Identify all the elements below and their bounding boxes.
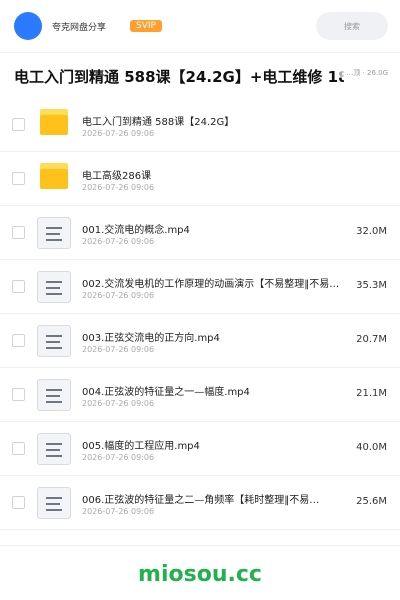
search-label: 搜索: [344, 21, 360, 31]
header-divider: [0, 52, 400, 53]
folder-icon: [37, 109, 71, 141]
document-icon: [37, 271, 71, 303]
file-row[interactable]: 001.交流电的概念.mp4 2026-07-26 09:06 32.0M: [0, 206, 400, 260]
file-date: 2026-07-26 09:06: [82, 129, 155, 138]
folder-meta: …顶 · 26.0G: [336, 68, 388, 78]
file-date: 2026-07-26 09:06: [82, 507, 155, 516]
share-name: 夸克网盘分享: [52, 22, 107, 33]
svip-badge: SVIP: [130, 20, 162, 32]
document-icon: [37, 325, 71, 357]
avatar[interactable]: [14, 12, 42, 40]
file-row[interactable]: 003.正弦交流电的正方向.mp4 2026-07-26 09:06 20.7M: [0, 314, 400, 368]
document-icon: [37, 379, 71, 411]
file-name[interactable]: 电工高级286课: [82, 167, 350, 182]
file-row[interactable]: 005.幅度的工程应用.mp4 2026-07-26 09:06 40.0M: [0, 422, 400, 476]
row-checkbox[interactable]: [12, 442, 25, 455]
file-name[interactable]: 006.正弦波的特征量之二—角频率【耗时整理‖不易…: [82, 491, 350, 506]
row-checkbox[interactable]: [12, 496, 25, 509]
document-icon: [37, 487, 71, 519]
file-date: 2026-07-26 09:06: [82, 183, 155, 192]
file-name[interactable]: 002.交流发电机的工作原理的动画演示【不易整理‖不易…: [82, 275, 350, 290]
file-date: 2026-07-26 09:06: [82, 237, 155, 246]
row-checkbox[interactable]: [12, 172, 25, 185]
share-page: 夸克网盘分享 SVIP 搜索 电工入门到精通 588课【24.2G】+电工维修 …: [0, 0, 400, 600]
file-row[interactable]: 006.正弦波的特征量之二—角频率【耗时整理‖不易… 2026-07-26 09:…: [0, 476, 400, 530]
watermark: miosou.cc: [138, 562, 262, 587]
row-checkbox[interactable]: [12, 118, 25, 131]
footer: miosou.cc: [0, 545, 400, 600]
file-date: 2026-07-26 09:06: [82, 345, 155, 354]
file-row[interactable]: 002.交流发电机的工作原理的动画演示【不易整理‖不易… 2026-07-26 0…: [0, 260, 400, 314]
file-date: 2026-07-26 09:06: [82, 291, 155, 300]
file-name[interactable]: 001.交流电的概念.mp4: [82, 221, 350, 236]
file-size: 25.6M: [356, 496, 387, 507]
file-row[interactable]: 电工入门到精通 588课【24.2G】 2026-07-26 09:06: [0, 98, 400, 152]
folder-icon: [37, 163, 71, 195]
folder-title-bar: 电工入门到精通 588课【24.2G】+电工维修 185G …顶 · 26.0G: [0, 56, 400, 98]
file-name[interactable]: 004.正弦波的特征量之一—幅度.mp4: [82, 383, 350, 398]
file-name[interactable]: 005.幅度的工程应用.mp4: [82, 437, 350, 452]
file-size: 32.0M: [356, 226, 387, 237]
file-row[interactable]: 004.正弦波的特征量之一—幅度.mp4 2026-07-26 09:06 21.1…: [0, 368, 400, 422]
file-date: 2026-07-26 09:06: [82, 399, 155, 408]
document-icon: [37, 217, 71, 249]
file-date: 2026-07-26 09:06: [82, 453, 155, 462]
file-size: 35.3M: [356, 280, 387, 291]
file-row[interactable]: 电工高级286课 2026-07-26 09:06: [0, 152, 400, 206]
folder-title: 电工入门到精通 588课【24.2G】+电工维修 185G: [14, 68, 344, 86]
file-size: 40.0M: [356, 442, 387, 453]
row-checkbox[interactable]: [12, 280, 25, 293]
row-checkbox[interactable]: [12, 334, 25, 347]
file-size: 20.7M: [356, 334, 387, 345]
file-name[interactable]: 电工入门到精通 588课【24.2G】: [82, 113, 350, 128]
file-list: 电工入门到精通 588课【24.2G】 2026-07-26 09:06 电工高级2…: [0, 98, 400, 530]
document-icon: [37, 433, 71, 465]
file-size: 21.1M: [356, 388, 387, 399]
row-checkbox[interactable]: [12, 388, 25, 401]
file-name[interactable]: 003.正弦交流电的正方向.mp4: [82, 329, 350, 344]
search-button[interactable]: 搜索: [316, 12, 388, 40]
header: 夸克网盘分享 SVIP 搜索: [0, 0, 400, 52]
row-checkbox[interactable]: [12, 226, 25, 239]
